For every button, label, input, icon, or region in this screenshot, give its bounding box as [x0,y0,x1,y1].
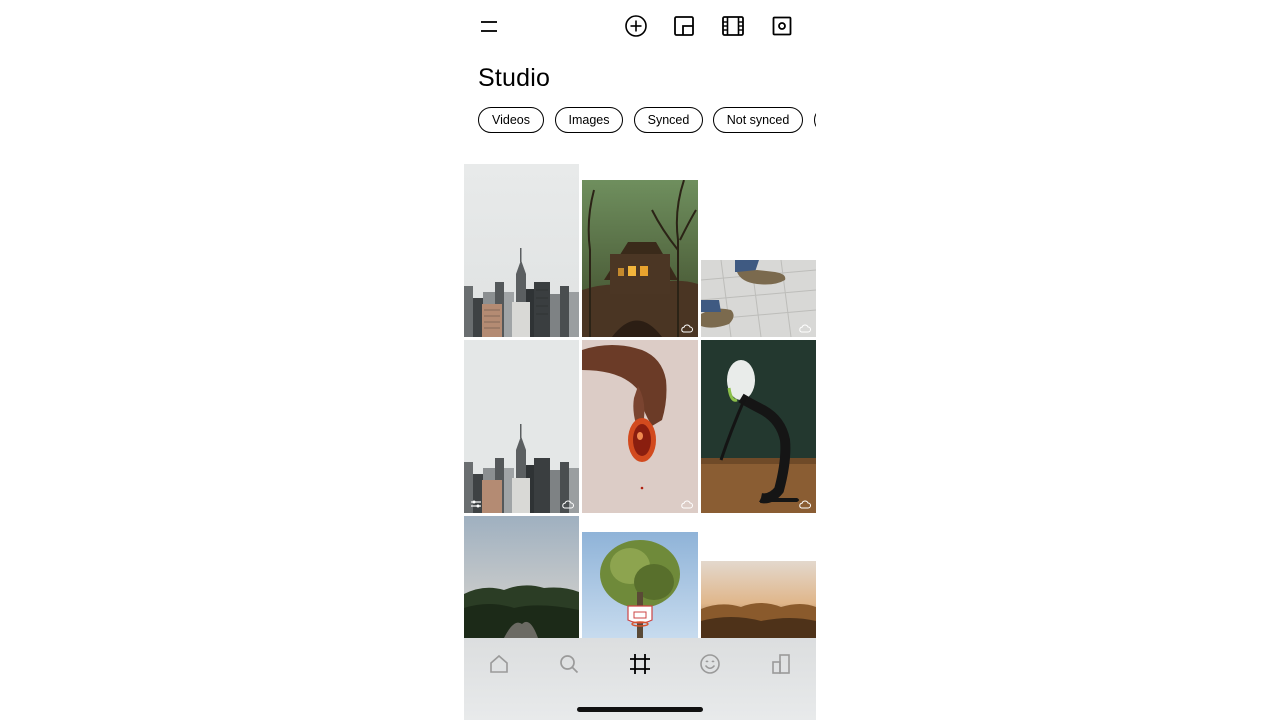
photo-tile-hand-with-fruit[interactable] [582,340,698,513]
cloud-synced-icon [681,324,693,333]
chip-videos[interactable]: Videos [478,107,544,133]
filter-chips: Videos Images Synced Not synced [478,107,816,137]
edited-icon [471,500,481,508]
photo-tile-boots-on-pavement[interactable] [701,260,816,337]
studio-frame-icon[interactable] [628,652,652,676]
cloud-synced-icon [799,500,811,509]
studio-screen: Studio Videos Images Synced Not synced [464,0,816,720]
search-icon[interactable] [557,652,581,676]
tree-with-hoop-image [582,532,698,638]
smiley-icon[interactable] [698,652,722,676]
cloud-synced-icon [562,500,574,509]
chip-images[interactable]: Images [555,107,623,133]
cloud-synced-icon [799,324,811,333]
buildings-icon[interactable] [769,652,793,676]
city-skyline-image [464,340,579,513]
forest-hills-image [464,516,579,638]
add-circle-icon[interactable] [624,14,648,38]
chip-not-synced[interactable]: Not synced [713,107,803,133]
city-skyline-image [464,164,579,337]
camera-icon[interactable] [770,14,794,38]
chip-synced[interactable]: Synced [634,107,703,133]
photo-tile-dancer-backbend[interactable] [701,340,816,513]
photo-tile-city-skyline[interactable] [464,164,579,337]
picture-in-picture-icon[interactable] [672,14,696,38]
page-title: Studio [478,64,551,92]
chip-more[interactable] [814,107,816,133]
photo-tile-city-skyline[interactable] [464,340,579,513]
menu-icon[interactable] [477,14,501,38]
home-icon[interactable] [487,652,511,676]
dancer-backbend-image [701,340,816,513]
photo-tile-house-in-forest[interactable] [582,180,698,337]
photo-tile-forest-hills[interactable] [464,516,579,638]
house-in-forest-image [582,180,698,337]
photo-tile-sunset-clouds[interactable] [701,561,816,638]
cloud-synced-icon [681,500,693,509]
hand-with-fruit-image [582,340,698,513]
film-icon[interactable] [721,14,745,38]
home-indicator[interactable] [577,707,703,712]
photo-tile-tree-with-hoop[interactable] [582,532,698,638]
sunset-clouds-image [701,561,816,638]
